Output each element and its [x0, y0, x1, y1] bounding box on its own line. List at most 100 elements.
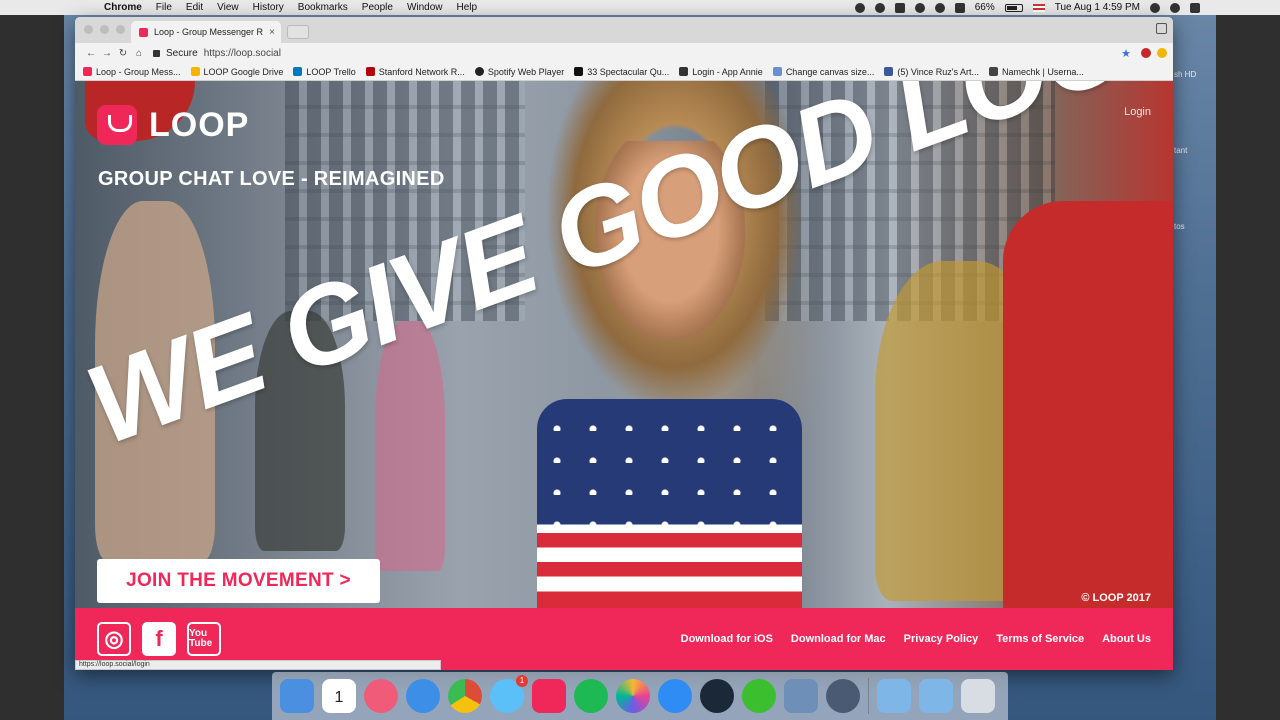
new-tab-button[interactable]	[287, 25, 309, 39]
volume-icon[interactable]	[914, 2, 925, 13]
stanford-icon	[365, 67, 375, 76]
loop-logo[interactable]: LOOP	[97, 105, 249, 145]
loop-logo-icon	[97, 105, 137, 145]
incognito-profile-icon[interactable]	[1156, 23, 1167, 34]
spotlight-icon[interactable]	[1150, 2, 1160, 13]
privacy-policy-link[interactable]: Privacy Policy	[904, 633, 979, 645]
home-icon[interactable]: ⌂	[131, 48, 147, 59]
terms-of-service-link[interactable]: Terms of Service	[996, 633, 1084, 645]
menu-bar: Chrome File Edit View History Bookmarks …	[0, 0, 1280, 15]
downloads-folder-icon[interactable]	[919, 679, 953, 713]
battery-percent[interactable]: 66%	[975, 2, 995, 13]
instagram-icon[interactable]: ◎	[97, 622, 131, 656]
desktop-drive-label[interactable]: sh HD	[1174, 70, 1214, 79]
bookmark-label: Login - App Annie	[692, 66, 763, 77]
menu-edit[interactable]: Edit	[186, 2, 203, 13]
close-window-button[interactable]	[84, 25, 93, 34]
forward-arrow-icon[interactable]: →	[99, 48, 115, 59]
join-movement-button[interactable]: JOIN THE MOVEMENT >	[97, 559, 380, 603]
quicktime-icon[interactable]	[826, 679, 860, 713]
desktop-label-2[interactable]: tant	[1174, 146, 1214, 155]
desktop-right-strip	[1216, 0, 1280, 720]
finder-icon[interactable]	[280, 679, 314, 713]
address-bar[interactable]: Secure https://loop.social	[153, 45, 1121, 61]
bookmark-item[interactable]: LOOP Google Drive	[190, 67, 283, 77]
hero-background: LOOP GROUP CHAT LOVE - REIMAGINED Login …	[75, 81, 1173, 608]
brand-name: LOOP	[149, 105, 250, 144]
download-mac-link[interactable]: Download for Mac	[791, 633, 886, 645]
messages-icon[interactable]: 1	[490, 675, 528, 713]
bookmark-item[interactable]: 33 Spectacular Qu...	[574, 67, 669, 77]
sync-icon[interactable]	[874, 2, 885, 13]
app-store-icon[interactable]	[658, 679, 692, 713]
facebook-icon[interactable]: f	[142, 622, 176, 656]
namechk-icon	[988, 67, 998, 76]
lock-icon	[153, 49, 160, 57]
social-links: ◎ f You Tube	[97, 622, 221, 656]
minimize-window-button[interactable]	[100, 25, 109, 34]
bookmark-label: Loop - Group Mess...	[96, 66, 181, 77]
siri-icon[interactable]	[1170, 2, 1180, 13]
bookmark-item[interactable]: (5) Vince Ruz's Art...	[884, 67, 979, 77]
bookmark-item[interactable]: Spotify Web Player	[474, 67, 564, 77]
cloud-app-icon[interactable]	[742, 679, 776, 713]
menu-file[interactable]: File	[156, 2, 172, 13]
preview-icon[interactable]	[784, 679, 818, 713]
flag-top-shape	[537, 399, 802, 608]
reload-icon[interactable]: ↻	[115, 48, 131, 59]
chrome-icon[interactable]	[448, 679, 482, 713]
bookmark-item[interactable]: LOOP Trello	[293, 66, 356, 77]
bookmark-star-icon[interactable]: ★	[1121, 47, 1131, 60]
app-annie-icon	[679, 67, 689, 76]
facebook-bookmark-icon	[884, 67, 894, 76]
bookmark-item[interactable]: Change canvas size...	[772, 66, 875, 77]
screen-record-icon[interactable]	[854, 2, 865, 13]
wifi-icon[interactable]	[934, 2, 945, 13]
loop-icon[interactable]	[532, 679, 566, 713]
about-us-link[interactable]: About Us	[1102, 633, 1151, 645]
bookmark-item[interactable]: Login - App Annie	[679, 67, 763, 77]
airplay-icon[interactable]	[954, 2, 965, 13]
input-source-flag-icon[interactable]	[1032, 3, 1045, 12]
bookmark-item[interactable]: Loop - Group Mess...	[83, 67, 181, 77]
desktop-left-strip	[0, 0, 64, 720]
back-arrow-icon[interactable]: ←	[83, 48, 99, 59]
folder-icon[interactable]	[877, 679, 911, 713]
menu-bookmarks[interactable]: Bookmarks	[298, 2, 348, 13]
bookmark-item[interactable]: Namechk | Userna...	[988, 67, 1084, 77]
download-ios-link[interactable]: Download for iOS	[681, 633, 773, 645]
menu-history[interactable]: History	[253, 2, 284, 13]
calendar-icon[interactable]: 1	[322, 679, 356, 713]
menu-view[interactable]: View	[217, 2, 239, 13]
url-text[interactable]: https://loop.social	[204, 48, 281, 59]
youtube-icon[interactable]: You Tube	[187, 622, 221, 656]
extension-calendar-icon[interactable]	[1141, 48, 1151, 58]
window-controls	[84, 25, 125, 34]
steam-icon[interactable]	[700, 679, 734, 713]
bookmark-label: LOOP Trello	[306, 66, 356, 77]
bookmark-label: Change canvas size...	[785, 66, 875, 77]
spotify-icon[interactable]	[574, 679, 608, 713]
battery-icon[interactable]	[1004, 3, 1023, 12]
desktop-icons: sh HD tant tos	[1172, 22, 1216, 542]
login-link[interactable]: Login	[1124, 106, 1151, 118]
menu-people[interactable]: People	[362, 2, 393, 13]
extension-honey-icon[interactable]	[1157, 48, 1167, 58]
bluetooth-icon[interactable]	[894, 2, 905, 13]
tab-close-icon[interactable]: ×	[269, 27, 275, 38]
bookmark-item[interactable]: Stanford Network R...	[365, 67, 465, 77]
safari-icon[interactable]	[406, 679, 440, 713]
menu-help[interactable]: Help	[457, 2, 478, 13]
menu-window[interactable]: Window	[407, 2, 443, 13]
dock-separator	[868, 678, 869, 714]
menu-app-name[interactable]: Chrome	[104, 2, 142, 13]
trash-icon[interactable]	[961, 679, 995, 713]
menubar-clock[interactable]: Tue Aug 1 4:59 PM	[1055, 2, 1140, 13]
itunes-icon[interactable]	[364, 679, 398, 713]
photos-icon[interactable]	[616, 679, 650, 713]
tab-loop[interactable]: Loop - Group Messenger Rei ×	[131, 21, 281, 43]
desktop-label-3[interactable]: tos	[1174, 222, 1214, 231]
spotify-bookmark-icon	[474, 67, 484, 76]
zoom-window-button[interactable]	[116, 25, 125, 34]
notification-center-icon[interactable]	[1190, 2, 1200, 13]
